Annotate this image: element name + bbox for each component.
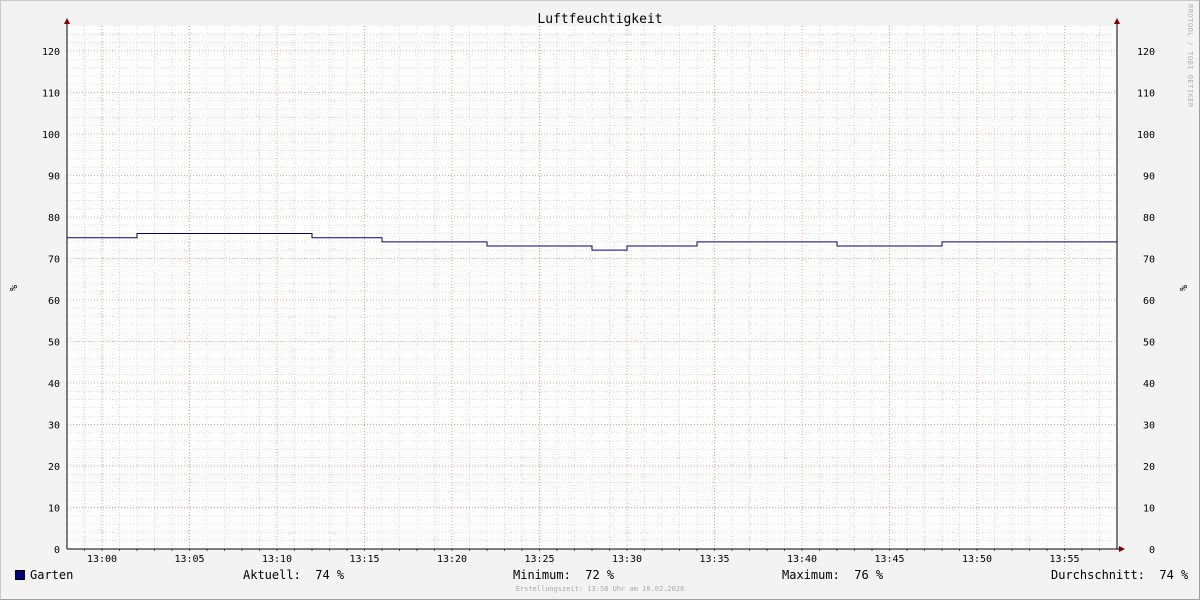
x-tick-label: 13:10 xyxy=(262,554,292,565)
y-tick-label-right: 100 xyxy=(1137,130,1155,141)
y-tick-label-right: 50 xyxy=(1143,337,1155,348)
y-tick-label-left: 70 xyxy=(48,254,60,265)
legend-maximum: Maximum: 76 % xyxy=(782,568,884,582)
x-tick-label: 13:35 xyxy=(699,554,729,565)
y-tick-label-right: 20 xyxy=(1143,462,1155,473)
legend-current: Aktuell: 74 % xyxy=(243,568,345,582)
y-tick-label-right: 80 xyxy=(1143,213,1155,224)
x-tick-label: 13:25 xyxy=(524,554,554,565)
y-tick-label-right: 110 xyxy=(1137,88,1155,99)
x-tick-label: 13:30 xyxy=(612,554,642,565)
y-tick-label-left: 10 xyxy=(48,503,60,514)
y-tick-label-left: 80 xyxy=(48,213,60,224)
y-tick-label-left: 120 xyxy=(42,47,60,58)
y-tick-label-left: 30 xyxy=(48,420,60,431)
x-tick-label: 13:40 xyxy=(787,554,817,565)
y-tick-label-right: 70 xyxy=(1143,254,1155,265)
creation-timestamp: Erstellungszeit: 13:58 Uhr am 18.02.2026 xyxy=(515,585,685,593)
x-tick-label: 13:20 xyxy=(437,554,467,565)
y-tick-label-left: 90 xyxy=(48,171,60,182)
x-tick-label: 13:50 xyxy=(962,554,992,565)
legend-swatch-garten xyxy=(15,570,25,580)
y-tick-label-right: 90 xyxy=(1143,171,1155,182)
x-tick-label: 13:45 xyxy=(874,554,904,565)
x-tick-label: 13:55 xyxy=(1049,554,1079,565)
y-tick-label-left: 0 xyxy=(54,545,60,556)
x-axis-arrow xyxy=(1119,546,1125,552)
y-tick-label-right: 60 xyxy=(1143,296,1155,307)
y-axis-label-left: % xyxy=(7,285,18,291)
y-tick-labels-left: 0 10 20 30 40 50 60 70 80 90 100 110 120 xyxy=(42,47,60,556)
legend-minimum: Minimum: 72 % xyxy=(513,568,615,582)
x-tick-labels: 13:00 13:05 13:10 13:15 13:20 13:25 13:30 13:35… xyxy=(87,554,1080,565)
y-axis-label-right: % xyxy=(1177,285,1188,291)
y-axis-arrow-right xyxy=(1114,18,1120,24)
x-tick-label: 13:15 xyxy=(349,554,379,565)
y-tick-label-right: 120 xyxy=(1137,47,1155,58)
rrdtool-watermark: RRDTOOL / TOBI OETIKER xyxy=(1186,4,1194,108)
legend-average: Durchschnitt: 74 % xyxy=(1051,568,1189,582)
y-tick-label-left: 20 xyxy=(48,462,60,473)
y-tick-label-right: 10 xyxy=(1143,503,1155,514)
y-tick-label-left: 60 xyxy=(48,296,60,307)
x-tick-label: 13:00 xyxy=(87,554,117,565)
x-tick-label: 13:05 xyxy=(174,554,204,565)
y-tick-label-right: 0 xyxy=(1149,545,1155,556)
y-axis-arrow-left xyxy=(64,18,70,24)
legend-series-label: Garten xyxy=(30,568,74,582)
y-tick-label-left: 100 xyxy=(42,130,60,141)
y-tick-label-left: 50 xyxy=(48,337,60,348)
humidity-chart: Luftfeuchtigkeit 01020304050607080901001… xyxy=(7,12,1188,565)
y-tick-label-left: 110 xyxy=(42,88,60,99)
chart-title: Luftfeuchtigkeit xyxy=(537,12,662,27)
minor-grid xyxy=(67,26,1117,549)
y-tick-label-right: 30 xyxy=(1143,420,1155,431)
y-tick-label-left: 40 xyxy=(48,379,60,390)
y-tick-labels-right: 0 10 20 30 40 50 60 70 80 90 100 110 120 xyxy=(1137,47,1155,556)
y-tick-label-right: 40 xyxy=(1143,379,1155,390)
